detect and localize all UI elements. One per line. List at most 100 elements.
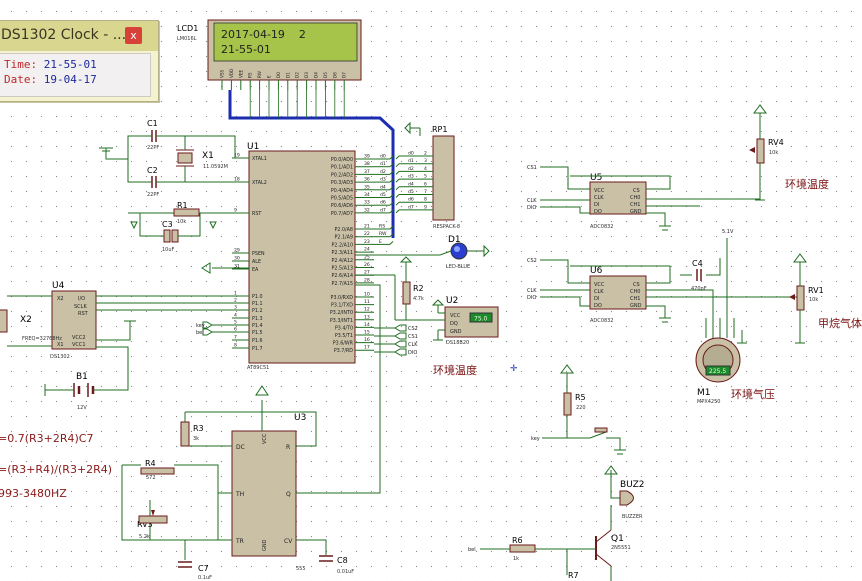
formula-range: 993-3480HZ xyxy=(0,487,67,500)
rp1-bus-label: d5 xyxy=(408,189,414,195)
u6-wires xyxy=(540,258,801,319)
r7-resistor[interactable]: R7 xyxy=(568,571,579,580)
r4-resistor[interactable]: R4 572 xyxy=(140,459,175,481)
lcd-pin-label: RS xyxy=(248,72,253,78)
lcd-pin-label: VDD xyxy=(229,69,234,78)
buz2-buzzer[interactable]: BUZ2 BUZZER xyxy=(604,465,645,530)
c7-capacitor[interactable]: C7 0.1uF xyxy=(178,561,212,581)
u1-pin-name: EA xyxy=(252,267,259,273)
r2-value: 4.7k xyxy=(413,296,424,302)
u4-pin-rst: RST xyxy=(78,311,89,317)
u4-wires xyxy=(96,295,249,341)
u4-pin-sclk: SCLK xyxy=(74,304,87,310)
r5-resistor[interactable]: R5 220 xyxy=(560,364,586,438)
rv4-potentiometer[interactable]: RV4 10k xyxy=(749,104,784,201)
rv3-value: 5.2k xyxy=(139,534,150,540)
u6-model: ADC0832 xyxy=(590,318,614,324)
u1-bus-label: d0 xyxy=(380,154,386,160)
u1-pin-number: 10 xyxy=(364,292,370,298)
u3-pin-th: TH xyxy=(235,491,244,498)
c4-capacitor[interactable]: C4 470pF xyxy=(691,259,707,292)
u1-pin-name: P0.1/AD1 xyxy=(331,165,353,171)
date-value: 19-04-17 xyxy=(43,73,97,86)
q1-model: 2N5551 xyxy=(611,545,631,551)
u1-pin-number: 38 xyxy=(364,161,370,167)
u1-pin-number: 32 xyxy=(364,207,370,213)
u2-ds18b20[interactable]: U2 75.0 VCC DQ GND DS18B20 xyxy=(355,274,499,346)
q1-transistor[interactable]: Q1 2N5551 xyxy=(595,529,631,581)
u1-pin-number: 28 xyxy=(364,277,370,283)
u1-pin-number: 4 xyxy=(234,313,237,319)
u6-pin-di: DI xyxy=(594,296,599,302)
r2-resistor[interactable]: R2 4.7k xyxy=(399,256,424,320)
close-button[interactable]: x xyxy=(125,27,142,44)
u6-pin-vcc: VCC xyxy=(594,282,605,288)
lcd1[interactable]: LCD1 LM016L 2017-04-19 2 21-55-01 VSS VDD… xyxy=(177,19,362,90)
u3-pin-vcc: VCC xyxy=(262,433,268,444)
u1-pin-number: 23 xyxy=(364,239,370,245)
buz2-ref: BUZ2 xyxy=(620,480,645,490)
label-env-pressure: 环境气压 xyxy=(731,387,775,401)
u1-pin-name: P3.0/RXD xyxy=(331,295,354,301)
c8-capacitor[interactable]: C8 0.01uF xyxy=(319,555,354,575)
u4-ds1302[interactable]: U4 X2 X1 I/O SCLK RST VCC2 VCC1 DS1302 xyxy=(50,281,97,360)
rp1-bus-label: d0 xyxy=(408,151,414,157)
u6-adc0832[interactable]: U6 VCC CLK DI DO CS CH0 CH1 GND ADC0832 xyxy=(589,266,647,324)
lcd-pin-label: D0 xyxy=(276,72,281,78)
u6-net-cs2: CS2 xyxy=(527,258,537,264)
r3-ref: R3 xyxy=(193,424,204,433)
u1-pin-number: 7 xyxy=(234,335,237,341)
p3-net-label: CS1 xyxy=(408,334,418,340)
rp1-ref: RP1 xyxy=(432,125,447,134)
u1-mcu[interactable]: U1 AT89C51 19XTAL118XTAL29RST29PSEN30ALE… xyxy=(232,142,394,371)
u6-pin-ch1: CH1 xyxy=(630,296,640,302)
c8-ref: C8 xyxy=(337,556,348,565)
u1-bus-label: d4 xyxy=(380,184,386,190)
c2-value: 22PF xyxy=(147,192,159,198)
x1-value: 11.0592M xyxy=(203,164,228,170)
m1-display-value: 225.5 xyxy=(709,368,726,375)
u5-model: ADC0832 xyxy=(590,224,614,230)
ds1302-clock-titlebar[interactable]: DS1302 Clock - ... x xyxy=(0,21,158,51)
c1-capacitor[interactable]: C1 22PF xyxy=(147,119,159,151)
u1-pin-name: P3.3/INT1 xyxy=(330,318,353,324)
r1-resistor[interactable]: R1 10k xyxy=(173,201,200,225)
u1-pin-number: 5 xyxy=(234,320,237,326)
c1-value: 22PF xyxy=(147,145,159,151)
b1-ref: B1 xyxy=(76,372,88,382)
u3-555[interactable]: U3 DC TH TR R Q CV VCC GND 555 xyxy=(231,413,306,572)
u1-pin-name: P1.5 xyxy=(252,330,263,336)
rp1-pin-number: 4 xyxy=(424,166,427,172)
ds1302-clock-window[interactable]: DS1302 Clock - ... x Time: 21-55-01 Date… xyxy=(0,20,159,102)
u4-pin-x1: X1 xyxy=(57,342,64,348)
rv3-potentiometer[interactable]: RV3 5.2k xyxy=(137,510,168,540)
x1-crystal[interactable]: X1 11.0592M xyxy=(176,149,228,170)
u1-pin-name: P1.6 xyxy=(252,338,263,344)
u1-pin-number: 26 xyxy=(364,262,370,268)
r6-value: 1k xyxy=(513,556,519,562)
rp1-pin-number: 8 xyxy=(424,197,427,203)
lcd-pin-label: D7 xyxy=(342,72,347,78)
u1-pin-name: XTAL2 xyxy=(252,180,267,186)
key-switch[interactable]: key xyxy=(531,427,626,455)
time-value: 21-55-01 xyxy=(43,58,97,71)
r4-ref: R4 xyxy=(145,459,156,468)
m1-ref: M1 xyxy=(697,388,711,398)
label-env-temp-left: 环境温度 xyxy=(433,363,477,377)
u1-pin-name: P0.6/AD6 xyxy=(331,203,353,209)
c3-capacitor[interactable]: C3 10uF xyxy=(162,220,179,253)
r3-resistor[interactable]: R3 3k xyxy=(180,421,204,447)
c2-ref: C2 xyxy=(147,166,158,175)
u1-pin-name: P0.7/AD7 xyxy=(331,211,353,217)
u5-pin-gnd: GND xyxy=(630,209,642,215)
time-label: Time: xyxy=(4,58,38,71)
u5-pin-di: DI xyxy=(594,202,599,208)
u1-pin-name: P0.3/AD3 xyxy=(331,180,353,186)
u5-adc0832[interactable]: U5 VCC CLK DI DO CS CH0 CH1 GND ADC0832 xyxy=(589,173,647,230)
u4-pin-x2: X2 xyxy=(57,296,64,302)
u1-pin-name: P2.7/A15 xyxy=(331,281,353,287)
r6-resistor[interactable]: R6 1k bel xyxy=(468,536,596,575)
u1-pin-number: 12 xyxy=(364,307,370,313)
u5-net-dio: DIO xyxy=(527,205,536,211)
d1-led[interactable]: D1 LED-BLUE xyxy=(355,235,490,270)
